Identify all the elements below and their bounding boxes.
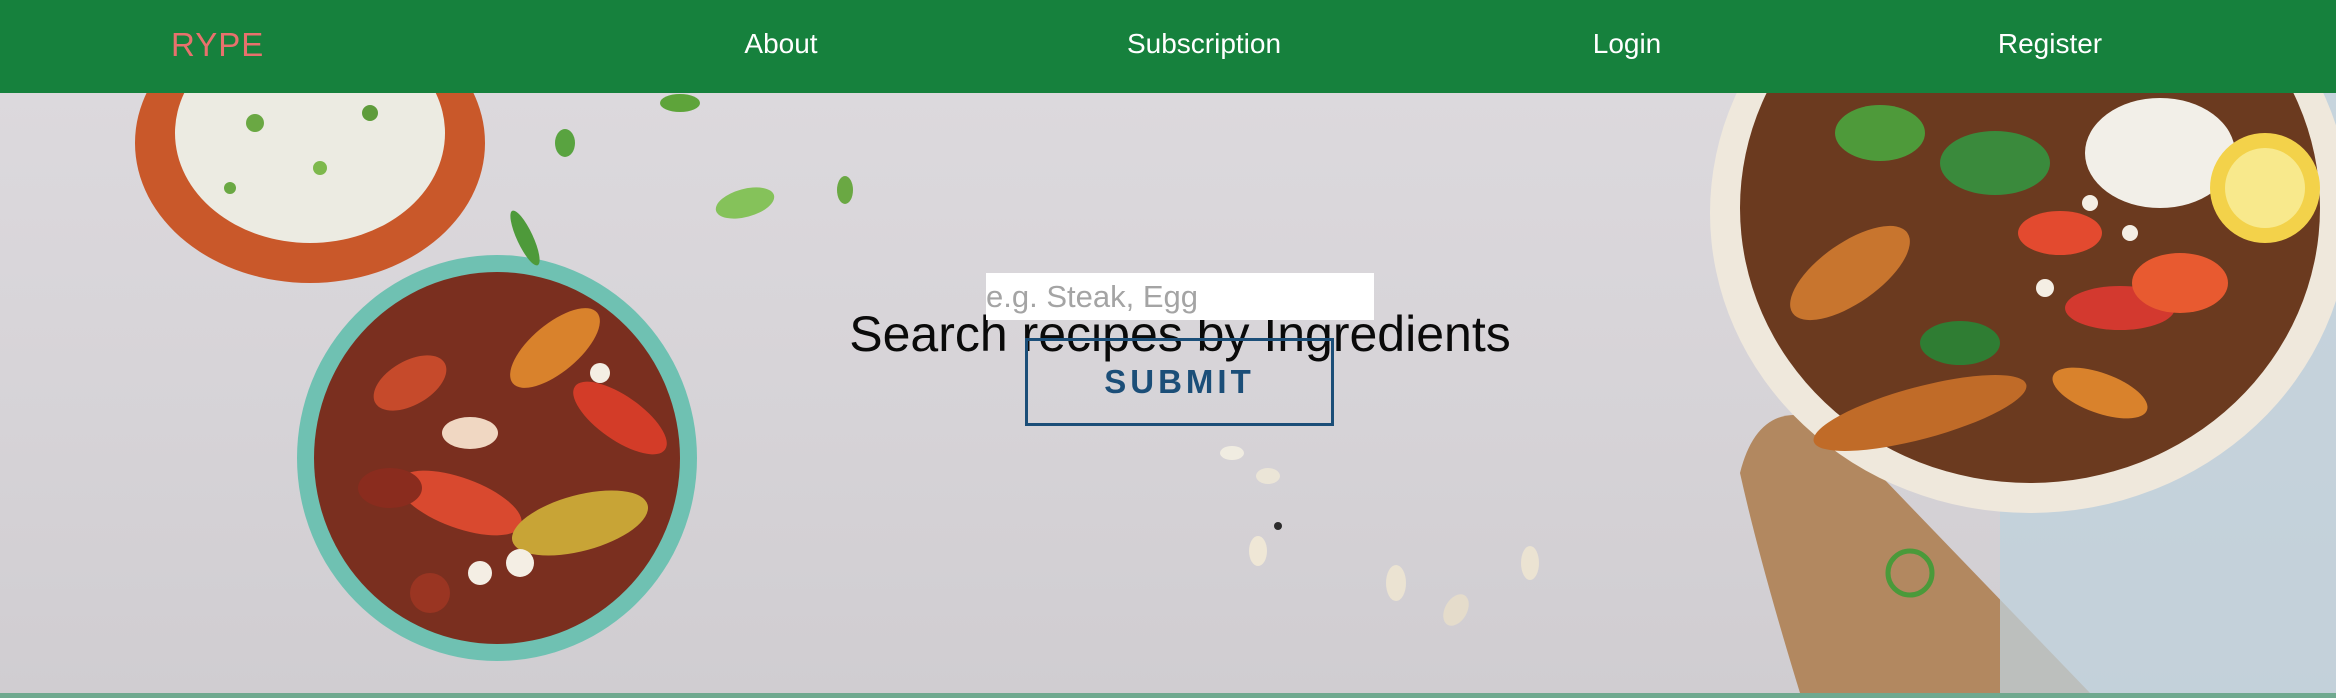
nav-link-about[interactable]: About	[744, 28, 817, 60]
bottom-divider	[0, 693, 2336, 698]
ingredient-search-input[interactable]	[986, 273, 1374, 320]
nav-link-login[interactable]: Login	[1593, 28, 1662, 60]
submit-button[interactable]: SUBMIT	[1025, 338, 1334, 426]
top-navbar: RYPE About Subscription Login Register	[0, 0, 2336, 93]
nav-link-register[interactable]: Register	[1998, 28, 2102, 60]
brand-logo[interactable]: RYPE	[171, 26, 264, 64]
nav-link-subscription[interactable]: Subscription	[1127, 28, 1281, 60]
